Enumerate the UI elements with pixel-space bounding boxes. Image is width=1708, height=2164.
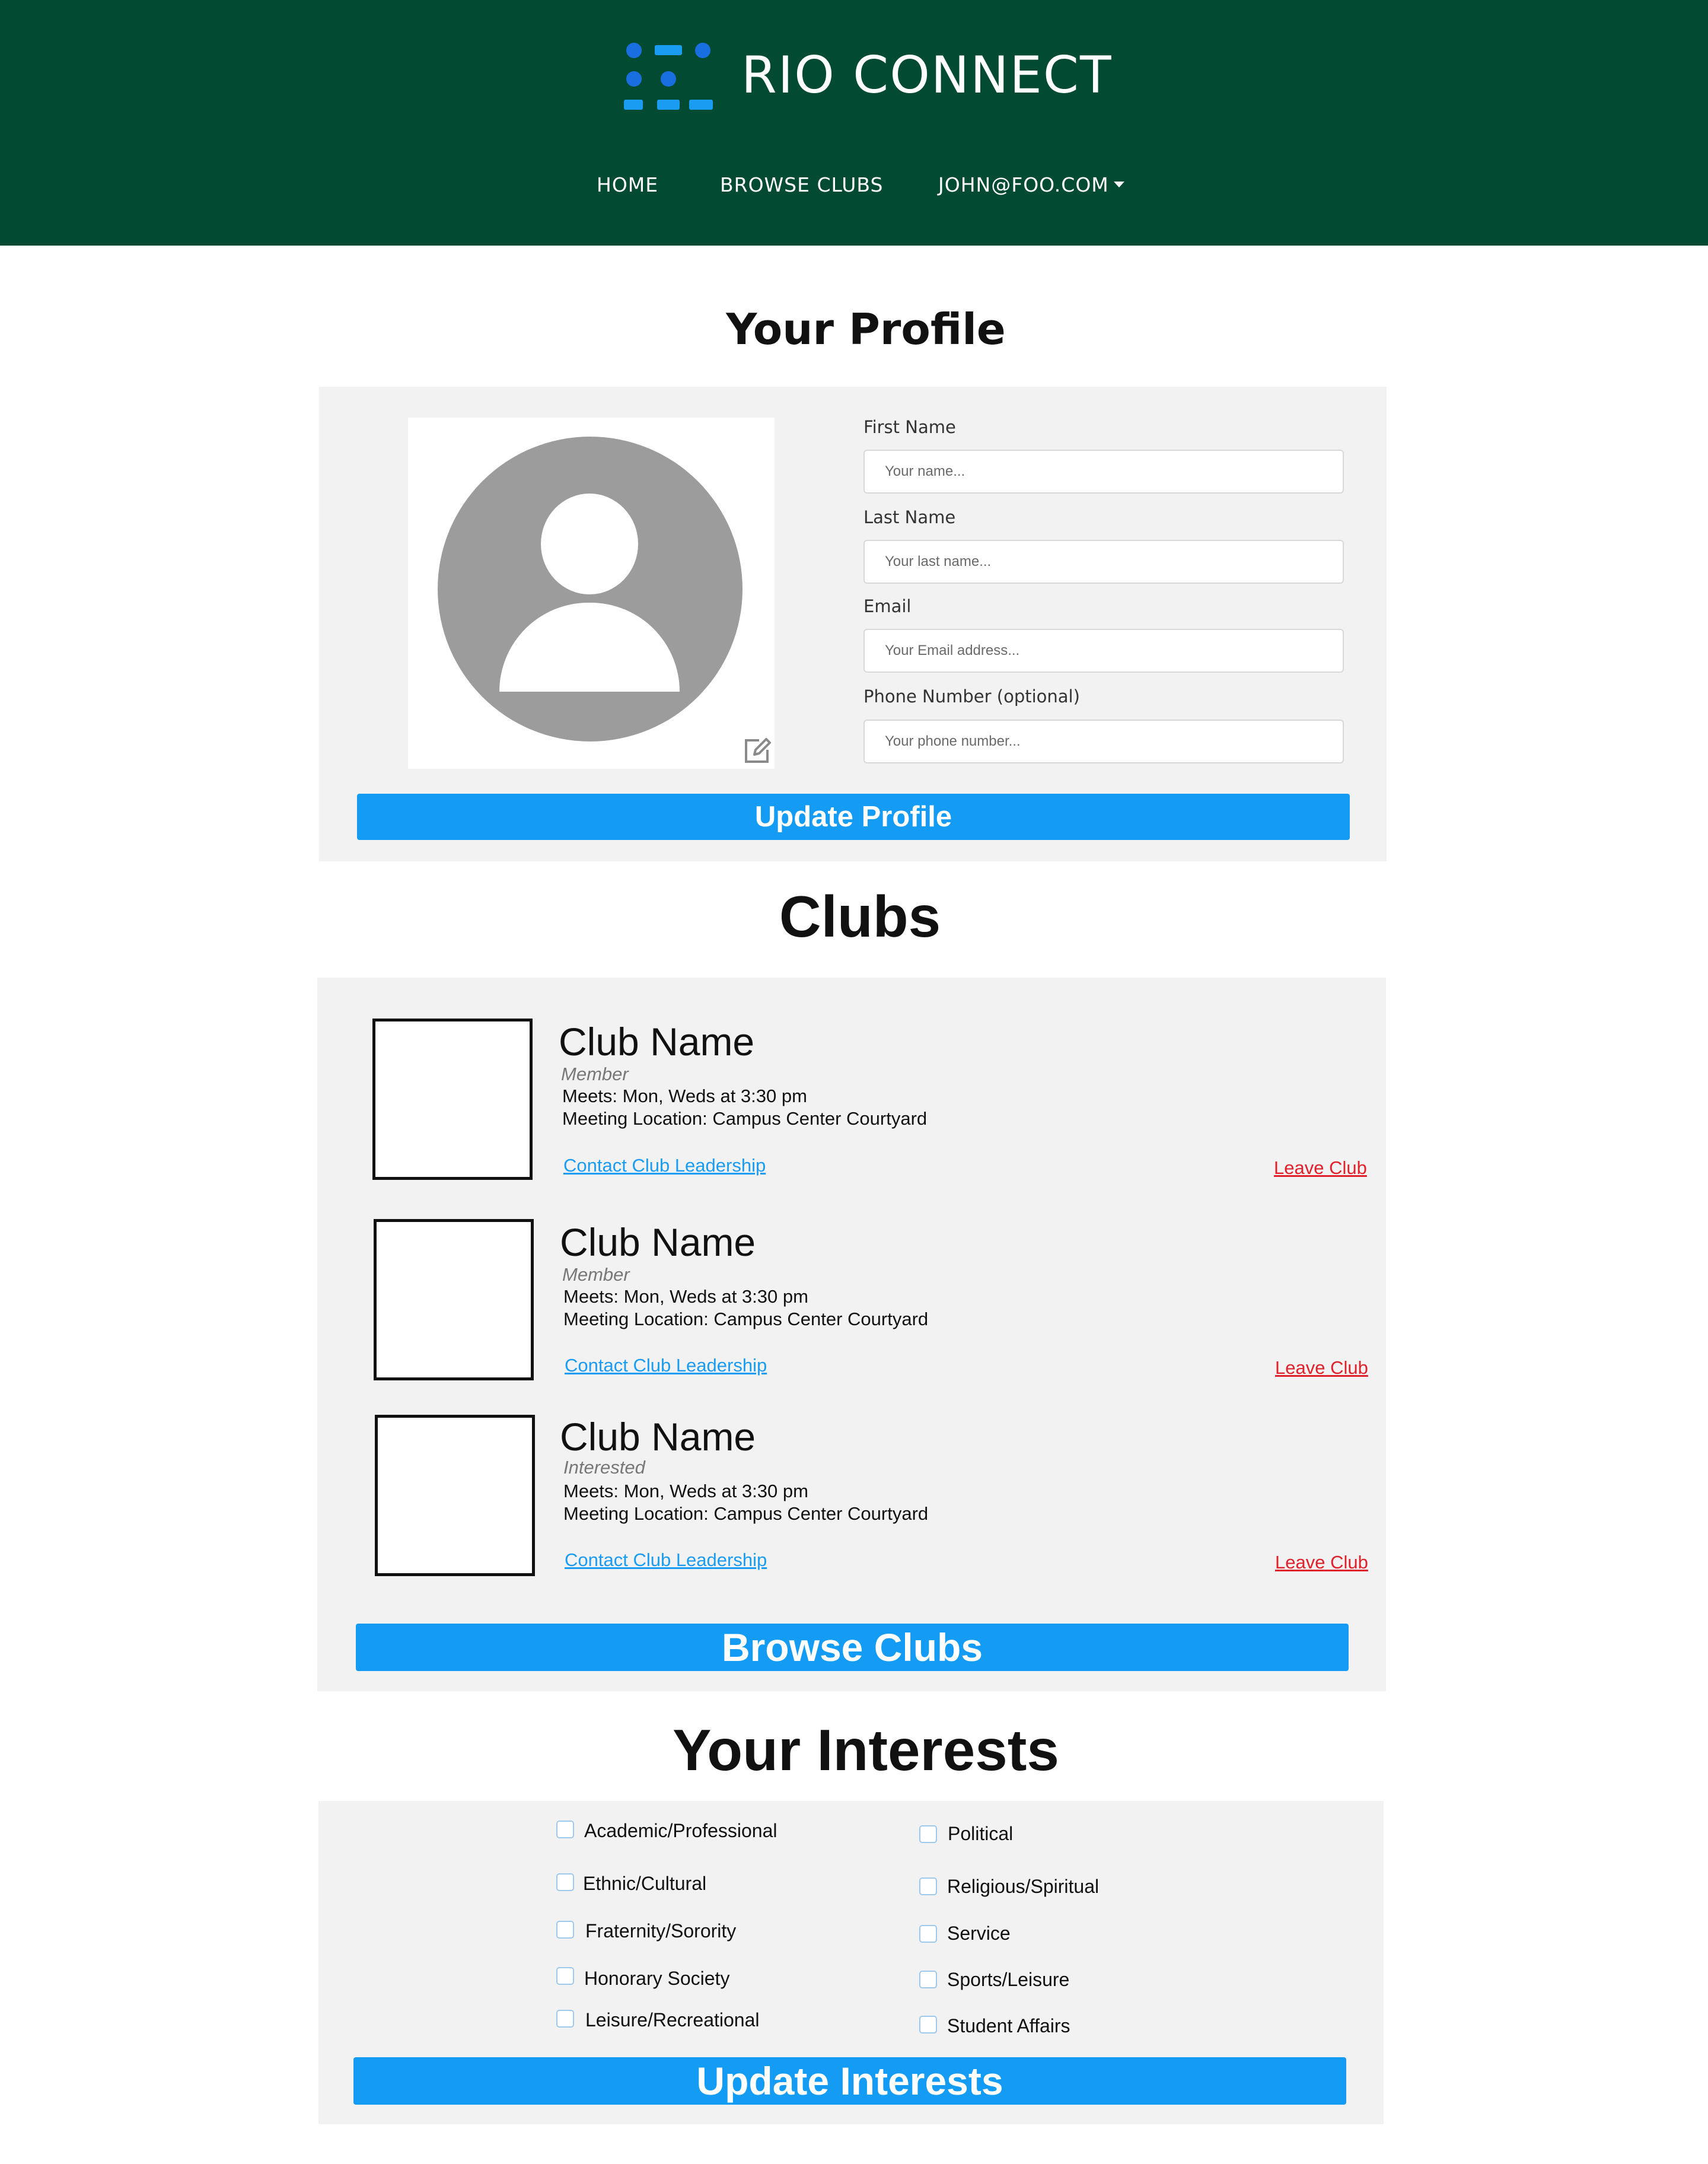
interest-label: Fraternity/Sorority: [585, 1920, 737, 1942]
interest-checkbox[interactable]: [919, 1877, 937, 1895]
interest-checkbox[interactable]: [556, 1873, 574, 1891]
update-interests-button[interactable]: Update Interests: [353, 2057, 1346, 2105]
club-name[interactable]: Club Name: [559, 1018, 754, 1065]
leave-club-link[interactable]: Leave Club: [1275, 1356, 1368, 1380]
last-name-label: Last Name: [863, 507, 956, 527]
caret-down-icon: [1113, 181, 1124, 187]
first-name-field[interactable]: [863, 450, 1344, 494]
club-meets: Meets: Mon, Weds at 3:30 pm: [562, 1086, 807, 1106]
leave-club-link[interactable]: Leave Club: [1275, 1551, 1368, 1574]
interest-checkbox[interactable]: [919, 2016, 937, 2033]
club-image[interactable]: [372, 1019, 533, 1180]
nav-home[interactable]: HOME: [597, 170, 658, 201]
interest-label: Service: [947, 1923, 1011, 1944]
edit-icon[interactable]: [741, 734, 773, 766]
contact-club-link[interactable]: Contact Club Leadership: [565, 1548, 767, 1572]
first-name-label: First Name: [863, 417, 956, 437]
nav-user-menu[interactable]: JOHN@FOO.COM: [938, 170, 1124, 201]
club-image[interactable]: [374, 1219, 534, 1380]
interest-checkbox[interactable]: [556, 2010, 574, 2028]
interest-label: Political: [948, 1823, 1014, 1844]
interest-label: Academic/Professional: [584, 1820, 777, 1841]
club-location: Meeting Location: Campus Center Courtyar…: [563, 1309, 929, 1329]
club-status: Member: [561, 1064, 629, 1084]
phone-field[interactable]: [863, 720, 1344, 763]
interest-checkbox[interactable]: [556, 1967, 574, 1985]
nav-browse-clubs[interactable]: BROWSE CLUBS: [720, 170, 883, 201]
interests-title: Your Interests: [673, 1717, 1059, 1783]
interest-label: Religious/Spiritual: [947, 1876, 1100, 1897]
club-image[interactable]: [375, 1415, 535, 1576]
phone-label: Phone Number (optional): [863, 686, 1080, 707]
browse-clubs-button[interactable]: Browse Clubs: [356, 1624, 1349, 1671]
user-email: JOHN@FOO.COM: [938, 173, 1109, 196]
interest-label: Student Affairs: [947, 2015, 1070, 2036]
club-meets: Meets: Mon, Weds at 3:30 pm: [563, 1481, 808, 1501]
contact-club-link[interactable]: Contact Club Leadership: [565, 1354, 767, 1377]
interest-label: Honorary Society: [584, 1968, 730, 1989]
interest-checkbox[interactable]: [919, 1971, 937, 1988]
interest-checkbox[interactable]: [556, 1821, 574, 1838]
club-name[interactable]: Club Name: [560, 1413, 756, 1460]
interest-checkbox[interactable]: [556, 1921, 574, 1939]
email-field[interactable]: [863, 629, 1344, 673]
user-head-shape: [541, 494, 638, 594]
profile-title: Your Profile: [726, 304, 1006, 354]
club-location: Meeting Location: Campus Center Courtyar…: [562, 1108, 928, 1129]
email-label: Email: [863, 596, 912, 616]
last-name-field[interactable]: [863, 540, 1344, 584]
clubs-title: Clubs: [779, 884, 941, 949]
brand-name[interactable]: RIO CONNECT: [741, 43, 1112, 108]
interest-checkbox[interactable]: [919, 1825, 937, 1843]
site-header: RIO CONNECT HOME BROWSE CLUBS JOHN@FOO.C…: [0, 0, 1708, 246]
club-meets: Meets: Mon, Weds at 3:30 pm: [563, 1286, 808, 1307]
interest-label: Sports/Leisure: [947, 1969, 1070, 1990]
interest-label: Leisure/Recreational: [585, 2009, 760, 2031]
rio-connect-logo[interactable]: [624, 42, 713, 113]
club-status: Member: [562, 1264, 630, 1285]
interest-checkbox[interactable]: [919, 1925, 937, 1943]
club-status: Interested: [563, 1457, 645, 1478]
leave-club-link[interactable]: Leave Club: [1274, 1156, 1367, 1180]
update-profile-button[interactable]: Update Profile: [357, 794, 1350, 840]
club-location: Meeting Location: Campus Center Courtyar…: [563, 1503, 929, 1524]
contact-club-link[interactable]: Contact Club Leadership: [563, 1154, 766, 1178]
interest-label: Ethnic/Cultural: [583, 1873, 707, 1894]
club-name[interactable]: Club Name: [560, 1218, 756, 1266]
